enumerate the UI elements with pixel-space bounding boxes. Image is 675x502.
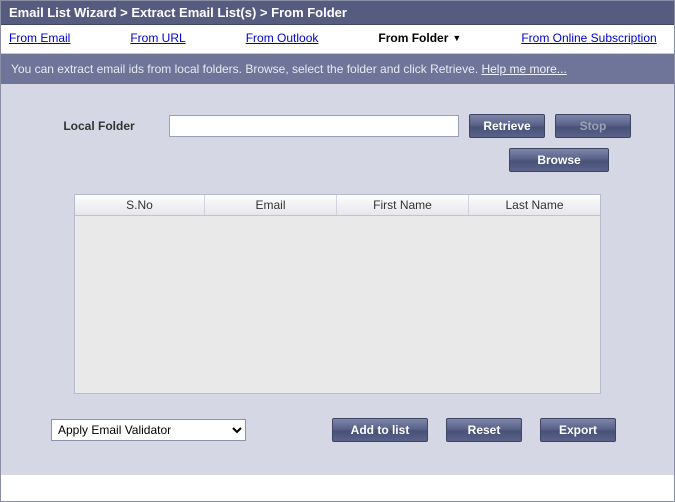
- table-body: [75, 216, 600, 391]
- add-to-list-button[interactable]: Add to list: [332, 418, 428, 442]
- validator-select[interactable]: Apply Email Validator: [51, 419, 246, 441]
- app-window: Email List Wizard > Extract Email List(s…: [0, 0, 675, 502]
- tab-from-folder-label: From Folder: [378, 31, 448, 45]
- table-header-row: S.No Email First Name Last Name: [75, 195, 600, 216]
- reset-button[interactable]: Reset: [446, 418, 522, 442]
- browse-row: Browse: [9, 148, 666, 172]
- retrieve-button[interactable]: Retrieve: [469, 114, 545, 138]
- col-sno[interactable]: S.No: [75, 195, 205, 215]
- help-link[interactable]: Help me more...: [481, 62, 566, 76]
- local-folder-row: Local Folder Retrieve Stop: [9, 114, 666, 138]
- tab-bar: From Email From URL From Outlook From Fo…: [1, 25, 674, 54]
- body-area: Local Folder Retrieve Stop Browse S.No E…: [1, 84, 674, 475]
- col-first-name[interactable]: First Name: [337, 195, 469, 215]
- tab-from-folder[interactable]: From Folder ▼: [372, 29, 467, 47]
- info-text: You can extract email ids from local fol…: [11, 62, 481, 76]
- results-table: S.No Email First Name Last Name: [74, 194, 601, 394]
- tab-from-online-subscription[interactable]: From Online Subscription: [515, 29, 662, 47]
- col-email[interactable]: Email: [205, 195, 337, 215]
- export-button[interactable]: Export: [540, 418, 616, 442]
- local-folder-input[interactable]: [169, 115, 459, 137]
- footer-space: [1, 475, 674, 501]
- info-bar: You can extract email ids from local fol…: [1, 54, 674, 84]
- col-last-name[interactable]: Last Name: [469, 195, 600, 215]
- browse-button[interactable]: Browse: [509, 148, 609, 172]
- tab-from-outlook[interactable]: From Outlook: [240, 29, 325, 47]
- local-folder-label: Local Folder: [39, 119, 159, 133]
- breadcrumb-title: Email List Wizard > Extract Email List(s…: [1, 1, 674, 25]
- tab-from-email[interactable]: From Email: [3, 29, 76, 47]
- tab-from-url[interactable]: From URL: [124, 29, 191, 47]
- chevron-down-icon: ▼: [452, 34, 461, 43]
- stop-button[interactable]: Stop: [555, 114, 631, 138]
- action-row: Apply Email Validator Add to list Reset …: [51, 418, 666, 442]
